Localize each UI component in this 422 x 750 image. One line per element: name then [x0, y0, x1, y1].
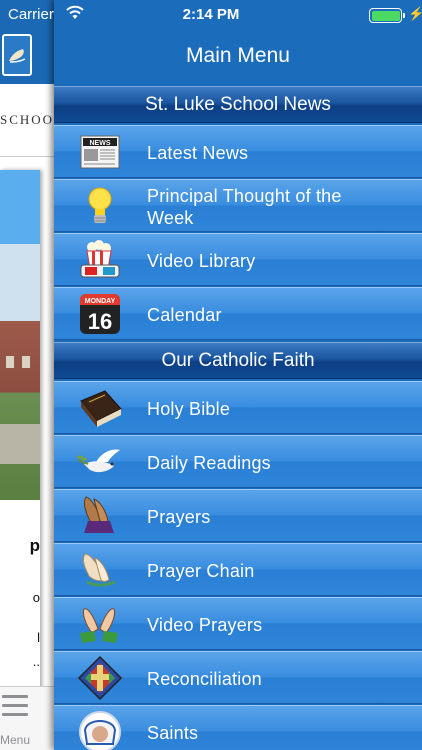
bible-icon — [74, 387, 126, 429]
news-card-text: o — [32, 590, 40, 605]
hamburger-menu-icon[interactable] — [2, 695, 28, 722]
lightbulb-icon — [74, 185, 126, 227]
tab-bar: Menu — [0, 686, 54, 750]
menu-item-video-library[interactable]: Video Library — [54, 233, 422, 286]
menu-item-label: Principal Thought of the Week — [147, 185, 342, 228]
menu-item-label: Prayer Chain — [147, 560, 255, 581]
news-card-text: .. — [32, 654, 40, 669]
menu-item-video-prayers[interactable]: Video Prayers — [54, 597, 422, 650]
battery-icon — [369, 8, 402, 23]
newspaper-icon: NEWS — [74, 131, 126, 173]
praying-hands-light-icon — [74, 549, 126, 591]
menu-item-label: Reconciliation — [147, 668, 262, 689]
walkway — [0, 424, 40, 464]
menu-item-label: Latest News — [147, 142, 249, 163]
menu-item-holy-bible[interactable]: Holy Bible — [54, 381, 422, 434]
menu-item-label: Video Library — [147, 250, 256, 271]
menu-item-latest-news[interactable]: NEWS Latest News — [54, 125, 422, 178]
school-logo[interactable] — [2, 34, 32, 76]
menu-item-label: Holy Bible — [147, 398, 231, 419]
tab-menu-label[interactable]: Menu — [0, 733, 30, 747]
news-card[interactable]: p o l .. — [0, 170, 40, 690]
praying-hands-green-icon — [74, 603, 126, 645]
status-bar: Carrier 2:14 PM ⚡ — [0, 0, 422, 30]
clock: 2:14 PM — [182, 6, 240, 23]
charging-bolt-icon: ⚡ — [408, 6, 422, 21]
dove-icon — [74, 441, 126, 483]
praying-hands-logo-icon — [9, 49, 26, 63]
menu-item-label: Daily Readings — [147, 452, 271, 473]
battery-tip — [403, 13, 405, 18]
news-card-text: l — [37, 630, 40, 645]
news-card-header — [0, 170, 40, 244]
stained-glass-cross-icon — [74, 655, 126, 701]
praying-hands-icon — [74, 495, 126, 537]
menu-item-label: Calendar — [147, 304, 222, 325]
drawer-title: Main Menu — [186, 44, 290, 67]
menu-item-reconciliation[interactable]: Reconciliation — [54, 651, 422, 704]
window — [22, 356, 30, 368]
menu-item-label: Saints — [147, 722, 199, 743]
divider — [0, 156, 54, 157]
menu-item-prayers[interactable]: Prayers — [54, 489, 422, 542]
background-app: SCHOOL p o l .. Menu — [0, 0, 54, 750]
saint-portrait-icon — [74, 711, 126, 750]
news-card-title: p — [29, 536, 40, 555]
menu-item-principal-thought[interactable]: Principal Thought of the Week — [54, 179, 422, 232]
svg-text:MONDAY: MONDAY — [85, 298, 116, 305]
calendar-icon: MONDAY 16 — [74, 293, 126, 335]
menu-item-calendar[interactable]: MONDAY 16 Calendar — [54, 287, 422, 340]
svg-text:NEWS: NEWS — [90, 140, 111, 147]
menu-item-prayer-chain[interactable]: Prayer Chain — [54, 543, 422, 596]
menu-item-label: Video Prayers — [147, 614, 263, 635]
window — [6, 356, 14, 368]
menu-item-saints[interactable]: Saints — [54, 705, 422, 750]
svg-text:16: 16 — [88, 309, 112, 334]
school-name-text: SCHOOL — [0, 112, 54, 127]
section-header-catholic-faith: Our Catholic Faith — [54, 342, 422, 379]
menu-item-label: Prayers — [147, 506, 211, 527]
popcorn-3d-glasses-icon — [74, 239, 126, 281]
menu-item-daily-readings[interactable]: Daily Readings — [54, 435, 422, 488]
main-menu-drawer: Main Menu St. Luke School News NEWS Late… — [54, 0, 422, 750]
section-header-school-news: St. Luke School News — [54, 86, 422, 123]
school-building-photo — [0, 244, 40, 500]
